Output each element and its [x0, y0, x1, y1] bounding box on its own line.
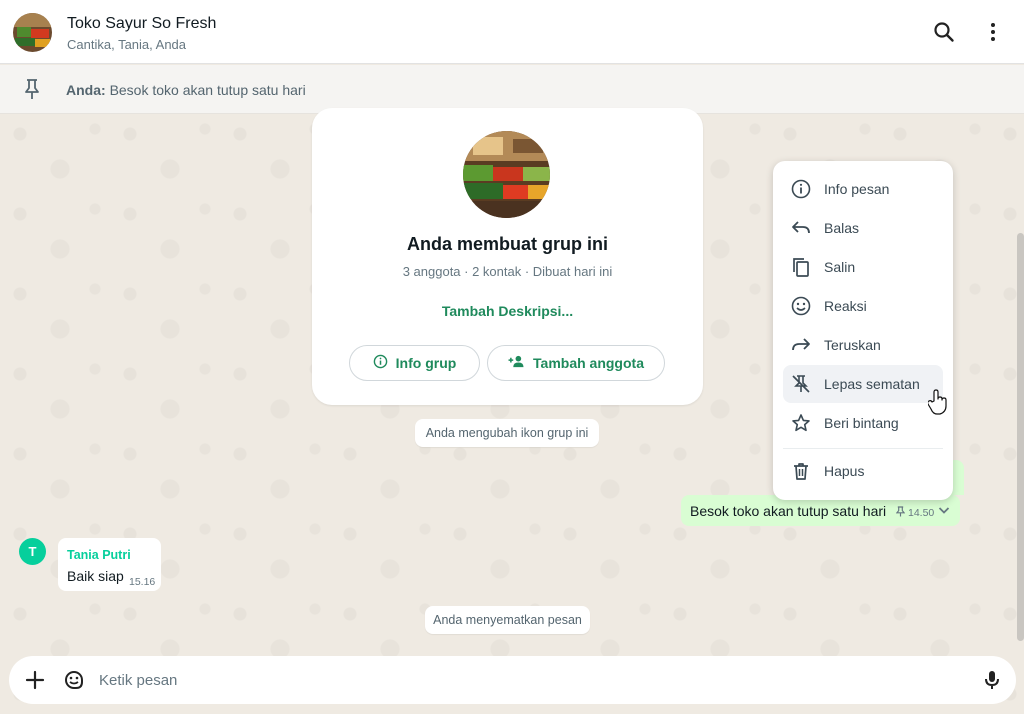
- chat-title[interactable]: Toko Sayur So Fresh: [67, 14, 216, 34]
- pinned-message-text: Anda: Besok toko akan tutup satu hari: [66, 82, 306, 98]
- outgoing-message-meta: 14.50: [895, 506, 935, 520]
- menu-item-unpin[interactable]: Lepas sematan: [783, 365, 943, 403]
- group-info-label: Info grup: [395, 355, 457, 371]
- menu-item-label: Reaksi: [824, 298, 867, 314]
- trash-icon: [794, 463, 808, 480]
- message-context-menu: Info pesan Balas Salin Reaksi Teruskan L…: [773, 161, 953, 500]
- chat-scrollbar[interactable]: [1017, 233, 1024, 641]
- group-info-card: Anda membuat grup ini 3 anggota · 2 kont…: [312, 108, 703, 405]
- sticker-icon[interactable]: [62, 668, 86, 692]
- incoming-message-text: Baik siap: [67, 568, 124, 584]
- menu-item-label: Beri bintang: [824, 415, 899, 431]
- message-input[interactable]: [99, 668, 959, 692]
- incoming-message[interactable]: Tania Putri Baik siap 15.16: [58, 538, 161, 591]
- group-info-button[interactable]: Info grup: [349, 345, 480, 381]
- pinned-content: Besok toko akan tutup satu hari: [109, 82, 306, 98]
- menu-item-label: Teruskan: [824, 337, 881, 353]
- card-subtitle: 3 anggota · 2 kontak · Dibuat hari ini: [402, 264, 613, 279]
- microphone-icon[interactable]: [980, 668, 1004, 692]
- sender-name[interactable]: Tania Putri: [67, 548, 131, 562]
- search-icon[interactable]: [932, 20, 956, 44]
- kebab-menu-icon[interactable]: [981, 20, 1005, 44]
- plus-icon[interactable]: [23, 668, 47, 692]
- group-photo[interactable]: [463, 131, 550, 218]
- menu-item-forward[interactable]: Teruskan: [783, 326, 943, 364]
- sender-avatar[interactable]: T: [19, 538, 46, 565]
- hand-cursor-icon: [927, 389, 948, 415]
- add-person-icon: [508, 354, 525, 372]
- system-message-icon-changed: Anda mengubah ikon grup ini: [415, 419, 599, 447]
- menu-item-delete[interactable]: Hapus: [783, 452, 943, 490]
- menu-divider: [783, 448, 943, 449]
- outgoing-message-time: 14.50: [908, 507, 935, 519]
- system-message-pinned: Anda menyematkan pesan: [425, 606, 590, 634]
- message-composer: [9, 656, 1016, 704]
- menu-item-info[interactable]: Info pesan: [783, 170, 943, 208]
- menu-item-label: Lepas sematan: [824, 376, 920, 392]
- card-title: Anda membuat grup ini: [406, 234, 608, 254]
- outgoing-message-text: Besok toko akan tutup satu hari: [690, 503, 887, 519]
- unpin-icon: [792, 375, 810, 393]
- chat-members[interactable]: Cantika, Tania, Anda: [67, 37, 216, 52]
- add-description-link[interactable]: Tambah Deskripsi...: [312, 303, 703, 319]
- star-icon: [792, 414, 810, 432]
- info-icon: [791, 179, 811, 199]
- menu-item-copy[interactable]: Salin: [783, 248, 943, 286]
- emoji-icon: [791, 296, 811, 316]
- menu-item-label: Info pesan: [824, 181, 890, 197]
- menu-item-label: Hapus: [824, 463, 865, 479]
- menu-item-reply[interactable]: Balas: [783, 209, 943, 247]
- pin-icon: [22, 78, 42, 100]
- group-avatar[interactable]: [13, 13, 52, 52]
- add-member-label: Tambah anggota: [533, 355, 644, 371]
- menu-item-react[interactable]: Reaksi: [783, 287, 943, 325]
- chat-header: Toko Sayur So Fresh Cantika, Tania, Anda: [0, 0, 1024, 64]
- menu-item-star[interactable]: Beri bintang: [783, 404, 943, 442]
- forward-icon: [792, 338, 810, 351]
- copy-icon: [793, 258, 809, 277]
- incoming-message-time: 15.16: [129, 576, 156, 588]
- info-icon: [373, 354, 388, 372]
- menu-item-label: Salin: [824, 259, 856, 275]
- pin-icon: [895, 506, 906, 520]
- pinned-message-bar[interactable]: Anda: Besok toko akan tutup satu hari: [0, 65, 1024, 114]
- menu-item-label: Balas: [824, 220, 860, 236]
- chevron-down-icon[interactable]: [937, 503, 951, 517]
- reply-icon: [792, 221, 810, 234]
- add-member-button[interactable]: Tambah anggota: [487, 345, 665, 381]
- pinned-sender: Anda:: [66, 82, 106, 98]
